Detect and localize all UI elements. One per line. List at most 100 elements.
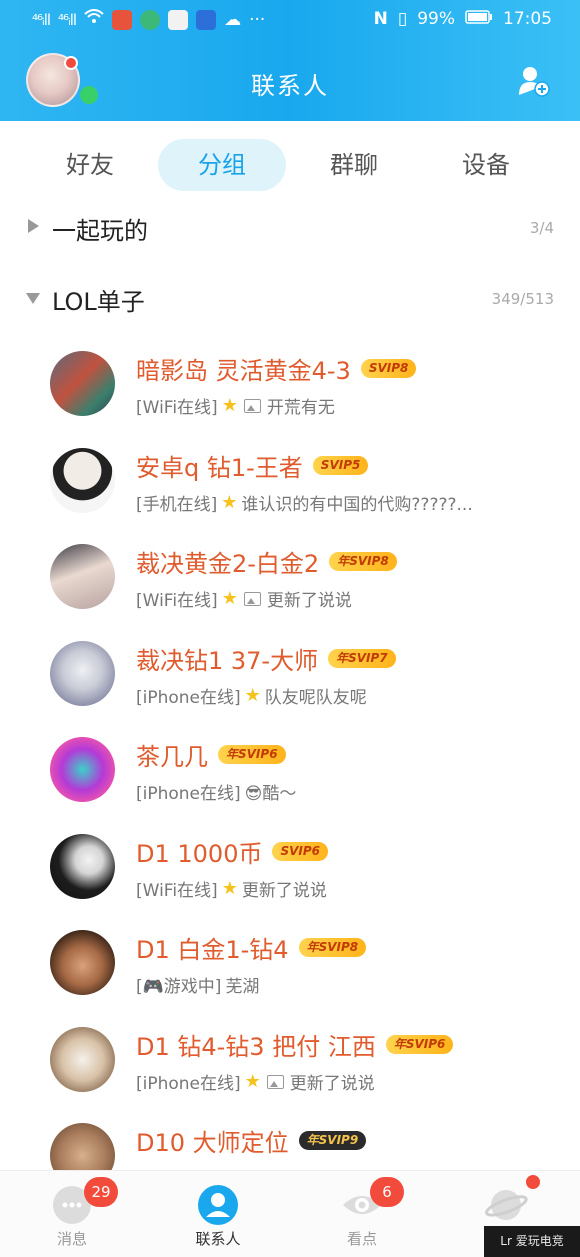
status-message: 更新了说说 [241,881,327,901]
nav-label: 消息 [56,1230,87,1248]
group-name: 一起玩的 [52,217,148,245]
contact-status: [🎮游戏中] 芜湖 [136,972,259,997]
contact-name-text: D1 1000币 [136,840,263,868]
signal-icon: ⁴⁶ᵢll [32,10,51,29]
watermark-logo: Lr 爱玩电竞 [484,1226,580,1257]
star-icon: ★ [244,685,261,706]
contact-name: 裁决钻1 37-大师 年SVIP7 [136,641,396,676]
battery-icon [465,9,493,29]
collapse-arrow-icon [26,293,40,304]
contact-name-text: D1 钻4-钻3 把付 江西 [136,1033,376,1061]
contact-name: D1 1000币 SVIP6 [136,834,329,869]
contact-row[interactable]: D1 1000币 SVIP6 [WiFi在线] ★ 更新了说说 [0,820,580,916]
contact-status: [iPhone在线] ★ 队友呢队友呢 [136,683,367,708]
group-name: LOL单子 [52,288,145,316]
contact-name: D1 白金1-钻4 年SVIP8 [136,930,367,965]
contact-name-text: D1 白金1-钻4 [136,936,289,964]
app-notification-icon-1 [112,9,133,30]
status-message: 谁认识的有中国的代购?????... [241,495,473,515]
nav-messages[interactable]: 29 消息 [12,1171,132,1257]
image-icon [266,1074,284,1089]
contact-name-text: 裁决钻1 37-大师 [136,647,319,675]
online-status: [iPhone在线] [136,784,241,804]
contact-avatar [50,641,115,706]
contact-row[interactable]: 暗影岛 灵活黄金4-3 SVIP8 [WiFi在线] ★ 开荒有无 [0,337,580,433]
cloud-icon: ☁ [224,9,242,30]
vip-badge: 年SVIP7 [328,649,396,668]
contact-avatar [50,544,115,609]
contacts-icon [196,1183,240,1227]
status-message: 更新了说说 [266,591,352,611]
status-left: ⁴⁶ᵢll ⁴⁶ᵢll ☁ ··· [32,9,265,30]
expand-arrow-icon [28,219,39,233]
tab-groups[interactable]: 分组 [158,139,286,191]
contact-name-text: D10 大师定位 [136,1129,289,1157]
contact-status: [iPhone在线] ★ 更新了说说 [136,1069,375,1094]
contact-row[interactable]: D1 钻4-钻3 把付 江西 年SVIP6 [iPhone在线] ★ 更新了说说 [0,1013,580,1109]
status-message: 芜湖 [225,977,260,997]
vip-badge: SVIP8 [360,359,417,378]
nav-contacts[interactable]: 联系人 [158,1171,278,1257]
vip-badge: SVIP5 [312,456,369,475]
star-icon: ★ [221,395,238,416]
contact-name-text: 裁决黄金2-白金2 [136,550,320,578]
contact-row[interactable]: 裁决钻1 37-大师 年SVIP7 [iPhone在线] ★ 队友呢队友呢 [0,627,580,723]
unread-badge: 29 [84,1177,118,1207]
page-title: 联系人 [251,72,329,100]
status-message: 😎酷～ [244,784,297,804]
clock: 17:05 [503,9,552,29]
contact-avatar [50,1027,115,1092]
vip-badge: 年SVIP6 [385,1035,454,1054]
contact-name: 暗影岛 灵活黄金4-3 SVIP8 [136,351,417,386]
app-notification-icon-3 [168,9,189,30]
vip-badge: 年SVIP8 [298,938,367,957]
status-right: N ▯ 99% 17:05 [374,9,552,29]
vip-badge: 年SVIP9 [298,1131,367,1150]
contact-status: [iPhone在线] 😎酷～ [136,779,296,804]
nav-label: 看点 [346,1230,377,1248]
star-icon: ★ [221,492,238,513]
segment-tabs: 好友 分组 群聊 设备 [0,139,580,195]
online-status: [iPhone在线] [136,1074,241,1094]
group-count: 3/4 [529,219,554,237]
contact-status: [手机在线] ★ 谁认识的有中国的代购?????... [136,490,473,515]
star-icon: ★ [221,588,238,609]
online-status: [iPhone在线] [136,688,241,708]
tab-friends[interactable]: 好友 [44,139,136,191]
notification-dot [526,1175,540,1189]
add-contact-icon[interactable] [518,65,550,97]
contact-row[interactable]: D1 白金1-钻4 年SVIP8 [🎮游戏中] 芜湖 [0,916,580,1012]
online-status: [🎮游戏中] [136,977,222,997]
tab-group-chats[interactable]: 群聊 [308,139,400,191]
status-message: 开荒有无 [266,398,335,418]
online-status: [WiFi在线] [136,591,218,611]
nav-discover[interactable]: 6 看点 [302,1171,422,1257]
group-row-play-together[interactable]: 一起玩的 3/4 [0,205,580,249]
contact-avatar [50,930,115,995]
group-row-lol-orders[interactable]: LOL单子 349/513 [0,276,580,320]
contact-name: D1 钻4-钻3 把付 江西 年SVIP6 [136,1027,454,1062]
nav-label: 联系人 [195,1230,241,1248]
contact-status: [WiFi在线] ★ 更新了说说 [136,876,327,901]
status-bar: ⁴⁶ᵢll ⁴⁶ᵢll ☁ ··· N ▯ 99% 17:05 [0,0,580,40]
contact-row[interactable]: 茶几几 年SVIP6 [iPhone在线] 😎酷～ [0,723,580,819]
wifi-icon [84,9,104,30]
star-icon: ★ [221,878,238,899]
contact-avatar [50,834,115,899]
unread-badge: 6 [370,1177,404,1207]
status-message: 队友呢队友呢 [264,688,367,708]
online-status: [手机在线] [136,495,218,515]
vibrate-icon: ▯ [397,9,408,29]
contact-name: 裁决黄金2-白金2 年SVIP8 [136,544,397,579]
signal-icon-2: ⁴⁶ᵢll [58,10,77,29]
contact-row[interactable]: 裁决黄金2-白金2 年SVIP8 [WiFi在线] ★ 更新了说说 [0,530,580,626]
vip-badge: 年SVIP8 [329,552,397,571]
group-count: 349/513 [491,290,554,308]
status-message: 更新了说说 [289,1074,375,1094]
contact-name-text: 茶几几 [136,743,208,771]
app-notification-icon-2 [140,9,161,30]
contact-row[interactable]: 安卓q 钻1-王者 SVIP5 [手机在线] ★ 谁认识的有中国的代购?????... [0,434,580,530]
tab-devices[interactable]: 设备 [440,139,532,191]
more-dots-icon: ··· [249,9,266,30]
contact-avatar [50,448,115,513]
